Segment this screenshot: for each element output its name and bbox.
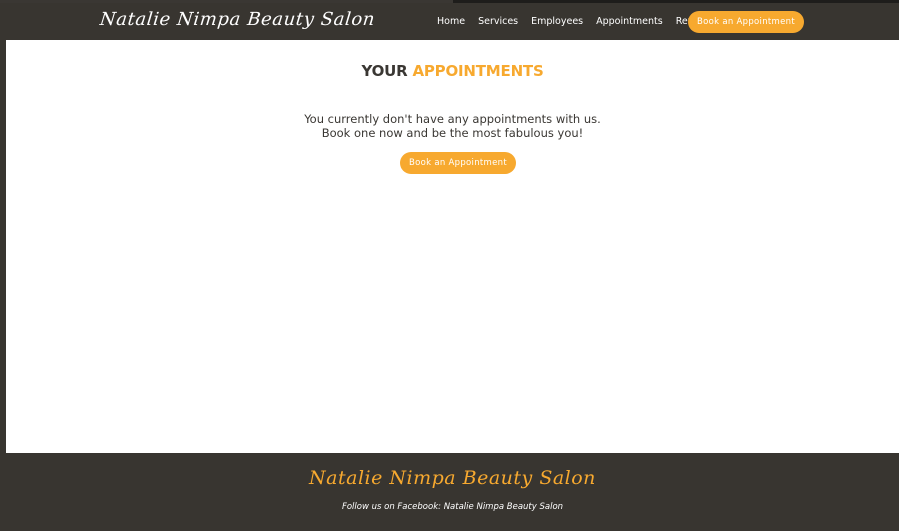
site-logo[interactable]: Natalie Nimpa Beauty Salon — [99, 9, 376, 30]
nav-appointments[interactable]: Appointments — [596, 16, 663, 27]
nav-services[interactable]: Services — [478, 16, 518, 27]
main-nav: Home Services Employees Appointments Rev… — [437, 3, 728, 40]
nav-employees[interactable]: Employees — [531, 16, 583, 27]
footer-logo: Natalie Nimpa Beauty Salon — [309, 467, 596, 489]
book-appointment-button[interactable]: Book an Appointment — [400, 152, 516, 174]
empty-appointments-message: You currently don't have any appointment… — [6, 112, 899, 140]
footer-facebook-text[interactable]: Follow us on Facebook: Natalie Nimpa Bea… — [6, 502, 899, 512]
message-line-2: Book one now and be the most fabulous yo… — [321, 126, 584, 140]
message-line-1: You currently don't have any appointment… — [304, 112, 601, 126]
page-title-accent: APPOINTMENTS — [412, 62, 544, 80]
site-header: Natalie Nimpa Beauty Salon Home Services… — [6, 3, 899, 40]
page-title-prefix: YOUR — [361, 62, 408, 80]
nav-home[interactable]: Home — [437, 16, 465, 27]
site-footer: Natalie Nimpa Beauty Salon Follow us on … — [6, 453, 899, 527]
header-book-appointment-button[interactable]: Book an Appointment — [688, 11, 804, 33]
page: Natalie Nimpa Beauty Salon Home Services… — [6, 3, 899, 527]
page-title: YOUR APPOINTMENTS — [6, 62, 899, 80]
